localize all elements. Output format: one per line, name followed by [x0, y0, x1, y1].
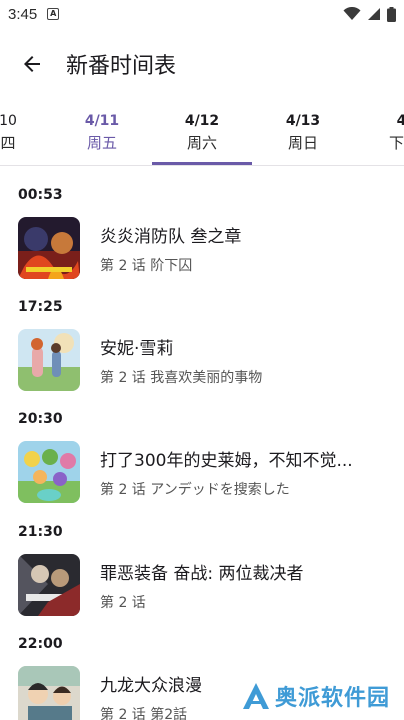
anime-title: 安妮·雪莉 [100, 338, 174, 359]
time-header: 21:30 [18, 524, 63, 540]
anime-cover-thumbnail [18, 666, 80, 720]
time-header: 22:00 [18, 636, 63, 652]
arrow-back-icon [24, 56, 40, 72]
tab-day-1[interactable]: 4/11 周五 [52, 104, 152, 165]
back-button[interactable] [4, 36, 60, 92]
tab-weekday: 下周 [388, 134, 404, 152]
anime-list-item[interactable]: 罪恶装备 奋战: 两位裁决者 第 2 话 [0, 552, 404, 618]
page-title: 新番时间表 [66, 54, 177, 79]
anime-list-item[interactable]: 炎炎消防队 叁之章 第 2 话 阶下囚 [0, 215, 404, 281]
anime-cover-thumbnail [18, 441, 80, 503]
status-time: 3:45 [8, 5, 38, 23]
tab-day-0[interactable]: 10 四 [0, 104, 58, 165]
tab-weekday: 四 [0, 134, 16, 152]
episode-info: 第 2 话 [100, 594, 146, 611]
time-header: 00:53 [18, 187, 63, 203]
anime-cover-thumbnail [18, 554, 80, 616]
anime-cover-thumbnail [18, 217, 80, 279]
time-header: 17:25 [18, 299, 63, 315]
cellular-signal-icon [368, 8, 380, 20]
episode-info: 第 2 话 阶下囚 [100, 257, 193, 274]
tab-weekday: 周日 [287, 134, 318, 152]
anime-list-item[interactable]: 打了300年的史莱姆，不知不觉... 第 2 话 アンデッドを搜索した [0, 439, 404, 505]
status-bar: 3:45 A [0, 0, 404, 28]
site-watermark: 奥派软件园 [241, 680, 390, 712]
date-tabs: 10 四 4/11 周五 4/12 周六 4/13 周日 4/ 下周 [0, 104, 404, 166]
anime-title: 罪恶装备 奋战: 两位裁决者 [100, 563, 304, 584]
tab-date: 4/ [354, 113, 404, 129]
tab-day-3[interactable]: 4/13 周日 [253, 104, 353, 165]
tab-date: 4/11 [84, 113, 120, 129]
anime-title: 炎炎消防队 叁之章 [100, 226, 242, 247]
anime-cover-thumbnail [18, 329, 80, 391]
tab-date: 4/13 [285, 113, 321, 129]
episode-info: 第 2 话 我喜欢美丽的事物 [100, 369, 263, 386]
status-icons [343, 6, 396, 22]
tab-weekday: 周五 [86, 134, 117, 152]
tab-date: 4/12 [184, 113, 220, 129]
tab-day-2[interactable]: 4/12 周六 [152, 104, 252, 165]
watermark-text: 奥派软件园 [274, 686, 390, 711]
tab-day-4[interactable]: 4/ 下周 [354, 104, 404, 165]
app-bar: 新番时间表 [0, 36, 404, 92]
episode-info: 第 2 话 アンデッドを搜索した [100, 481, 290, 498]
tab-date: 10 [0, 113, 17, 129]
watermark-logo-icon [242, 683, 269, 709]
notification-icon: A [47, 8, 60, 20]
anime-list-item[interactable]: 安妮·雪莉 第 2 话 我喜欢美丽的事物 [0, 327, 404, 393]
battery-icon [387, 6, 396, 22]
anime-title: 打了300年的史莱姆，不知不觉... [100, 450, 353, 471]
wifi-icon [343, 7, 361, 20]
schedule-list[interactable]: 00:53 炎炎消防队 叁之章 第 2 话 阶下囚 17:25 安妮·雪莉 第 … [0, 166, 404, 720]
tab-weekday: 周六 [186, 134, 217, 152]
selected-tab-indicator [152, 162, 252, 165]
time-header: 20:30 [18, 411, 63, 427]
